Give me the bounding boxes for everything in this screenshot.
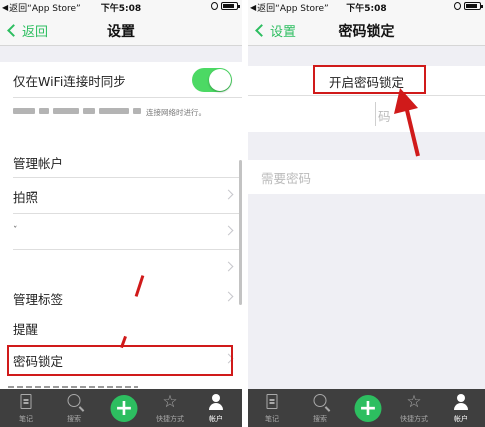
chevron-right-icon — [223, 189, 234, 200]
battery-icon — [221, 2, 240, 10]
nav-bar: 返回 设置 — [0, 14, 242, 46]
page-title: 设置 — [107, 24, 135, 40]
tab-shortcuts-label: 快捷方式 — [400, 415, 428, 423]
toggle-knob — [209, 69, 231, 91]
search-icon — [67, 394, 81, 407]
blank-row-1[interactable]: ˇ — [0, 214, 242, 250]
tab-shortcuts-label: 快捷方式 — [156, 415, 184, 423]
add-icon: + — [354, 395, 382, 422]
sync-note: 连接网络时进行。 — [146, 108, 206, 117]
tab-account[interactable]: 帐户 — [441, 389, 481, 427]
star-icon: ☆ — [406, 392, 422, 412]
tab-notes-label: 笔记 — [265, 415, 279, 423]
blurred-text — [13, 108, 143, 116]
status-bar: ◀ 返回“App Store” 下午5:08 — [0, 0, 242, 14]
text-caret — [375, 102, 376, 126]
tab-notes-label: 笔记 — [19, 415, 33, 423]
manage-account-label: 管理帐户 — [13, 155, 64, 171]
manage-tags-label: 管理标签 — [13, 291, 64, 307]
tab-bar: 笔记 搜索 + ☆ 快捷方式 帐户 — [0, 389, 242, 427]
tab-bar: 笔记 搜索 + ☆ 快捷方式 帐户 — [248, 389, 485, 427]
battery-icon — [464, 2, 483, 10]
change-passcode-row[interactable]: 码 — [248, 96, 485, 132]
tab-account-label: 帐户 — [454, 415, 468, 423]
note-icon — [20, 394, 32, 409]
require-passcode-row[interactable]: 需要密码 — [248, 160, 485, 194]
status-time: 下午5:08 — [346, 4, 387, 14]
reminders-row[interactable]: 提醒 — [0, 310, 242, 346]
orientation-lock-icon — [211, 2, 218, 10]
account-icon — [208, 394, 224, 410]
status-indicators — [211, 2, 240, 10]
tab-notes[interactable]: 笔记 — [6, 389, 46, 427]
wifi-sync-row: 仅在WiFi连接时同步 — [0, 62, 242, 98]
camera-row[interactable]: 拍照 — [0, 178, 242, 214]
status-indicators — [454, 2, 483, 10]
page-title: 密码锁定 — [338, 24, 395, 40]
chevron-right-icon — [223, 225, 234, 236]
tab-add[interactable]: + — [104, 389, 144, 427]
search-icon — [313, 394, 327, 407]
chevron-right-icon — [223, 261, 234, 272]
arrow-head — [394, 88, 418, 114]
arrow-shaft — [404, 105, 420, 157]
settings-screen: ◀ 返回“App Store” 下午5:08 返回 设置 仅在WiFi连接时同步… — [0, 0, 242, 427]
tab-shortcuts[interactable]: ☆ 快捷方式 — [150, 389, 190, 427]
manage-account-row[interactable]: 管理帐户 — [0, 146, 242, 178]
tab-shortcuts[interactable]: ☆ 快捷方式 — [394, 389, 434, 427]
star-icon: ☆ — [162, 392, 178, 412]
annotation-arrow — [394, 88, 420, 157]
tab-search[interactable]: 搜索 — [300, 389, 340, 427]
tab-notes[interactable]: 笔记 — [252, 389, 292, 427]
status-time: 下午5:08 — [100, 4, 142, 14]
cut-off-text — [8, 386, 138, 388]
chevron-right-icon — [223, 291, 234, 302]
tab-account[interactable]: 帐户 — [196, 389, 236, 427]
row-separator — [13, 97, 242, 98]
tab-search[interactable]: 搜索 — [54, 389, 94, 427]
reminders-label: 提醒 — [13, 321, 39, 337]
wifi-sync-toggle[interactable] — [192, 68, 232, 92]
account-icon — [453, 394, 469, 410]
wifi-sync-label: 仅在WiFi连接时同步 — [13, 73, 126, 89]
orientation-lock-icon — [454, 2, 461, 10]
tab-search-label: 搜索 — [67, 415, 81, 423]
require-passcode-label: 需要密码 — [261, 170, 312, 186]
tab-add[interactable]: + — [348, 389, 388, 427]
nav-bar: 设置 密码锁定 — [248, 14, 485, 46]
passcode-lock-screen: ◀ 返回“App Store” 下午5:08 设置 密码锁定 开启密码锁定 码 … — [248, 0, 485, 427]
status-bar: ◀ 返回“App Store” 下午5:08 — [248, 0, 485, 14]
highlight-box-passcode-lock — [7, 345, 233, 376]
tab-account-label: 帐户 — [209, 415, 223, 423]
add-icon: + — [110, 395, 138, 422]
blurred-glyph: ˇ — [13, 226, 18, 236]
tab-search-label: 搜索 — [313, 415, 327, 423]
note-icon — [266, 394, 278, 409]
camera-label: 拍照 — [13, 189, 39, 205]
